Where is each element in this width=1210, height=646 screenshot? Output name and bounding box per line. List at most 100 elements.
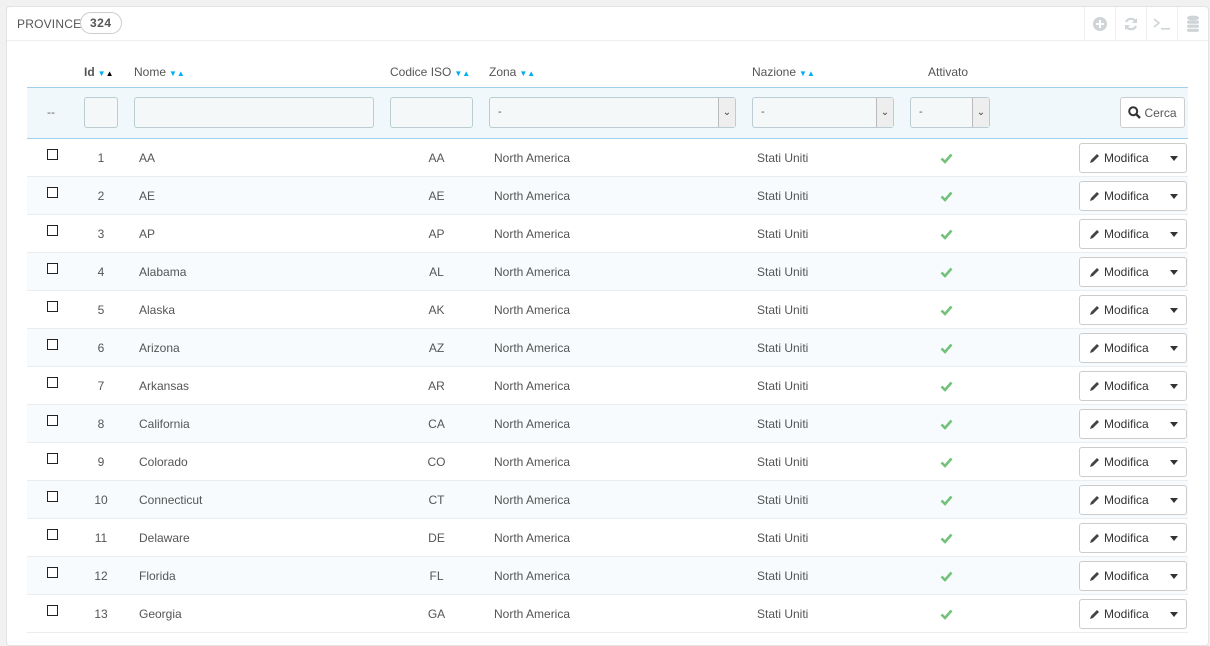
column-header-name[interactable]: Nome ▼▲ (134, 65, 185, 79)
edit-button[interactable]: Modifica (1079, 143, 1187, 173)
edit-button[interactable]: Modifica (1079, 409, 1187, 439)
row-select-checkbox[interactable] (47, 149, 58, 160)
edit-button[interactable]: Modifica (1079, 257, 1187, 287)
edit-button[interactable]: Modifica (1079, 523, 1187, 553)
check-icon[interactable] (940, 153, 953, 164)
edit-button[interactable]: Modifica (1079, 599, 1187, 629)
sql-query-button[interactable] (1146, 7, 1177, 40)
edit-button[interactable]: Modifica (1079, 219, 1187, 249)
edit-button-label: Modifica (1104, 151, 1149, 165)
column-header-id[interactable]: Id ▼▲ (84, 65, 114, 79)
cell-id: 3 (97, 227, 105, 241)
check-icon[interactable] (940, 571, 953, 582)
sort-arrows-icon[interactable]: ▼▲ (169, 69, 185, 78)
row-select-checkbox[interactable] (47, 491, 58, 502)
add-new-button[interactable] (1084, 7, 1115, 40)
row-select-checkbox[interactable] (47, 605, 58, 616)
check-icon[interactable] (940, 457, 953, 468)
caret-down-icon[interactable] (1170, 498, 1178, 503)
row-select-checkbox[interactable] (47, 377, 58, 388)
row-select-checkbox[interactable] (47, 453, 58, 464)
column-label-iso: Codice ISO (390, 65, 452, 79)
row-select-checkbox[interactable] (47, 415, 58, 426)
edit-button[interactable]: Modifica (1079, 295, 1187, 325)
cell-iso: DE (428, 531, 445, 545)
sort-arrows-icon[interactable]: ▼▲ (454, 69, 470, 78)
search-button[interactable]: Cerca (1120, 97, 1185, 128)
caret-down-icon[interactable] (1170, 612, 1178, 617)
chevron-down-icon: ⌄ (972, 98, 989, 127)
sort-arrows-icon[interactable]: ▼▲ (98, 69, 114, 78)
edit-button[interactable]: Modifica (1079, 181, 1187, 211)
row-select-checkbox[interactable] (47, 301, 58, 312)
cell-country: Stati Uniti (757, 151, 809, 165)
edit-button[interactable]: Modifica (1079, 561, 1187, 591)
caret-down-icon[interactable] (1170, 460, 1178, 465)
caret-down-icon[interactable] (1170, 574, 1178, 579)
caret-down-icon[interactable] (1170, 156, 1178, 161)
cell-zone: North America (494, 417, 571, 431)
cell-iso: CT (428, 493, 445, 507)
caret-down-icon[interactable] (1170, 346, 1178, 351)
column-header-country[interactable]: Nazione ▼▲ (752, 65, 815, 79)
caret-down-icon[interactable] (1170, 232, 1178, 237)
cell-iso: AP (428, 227, 445, 241)
row-select-checkbox[interactable] (47, 187, 58, 198)
check-icon[interactable] (940, 343, 953, 354)
filter-country-select[interactable]: - ⌄ (752, 97, 894, 128)
caret-down-icon[interactable] (1170, 422, 1178, 427)
filter-id-input[interactable] (84, 97, 118, 128)
panel-toolbar (1084, 7, 1208, 40)
cell-name: Colorado (139, 455, 188, 469)
cell-zone: North America (494, 265, 571, 279)
sort-arrows-icon[interactable]: ▼▲ (799, 69, 815, 78)
cell-id: 9 (97, 455, 105, 469)
panel-heading: PROVINCE 324 (7, 7, 1208, 41)
column-header-zone[interactable]: Zona ▼▲ (489, 65, 535, 79)
count-badge: 324 (80, 12, 122, 34)
cell-id: 12 (94, 569, 108, 583)
pencil-icon (1090, 381, 1099, 391)
caret-down-icon[interactable] (1170, 308, 1178, 313)
row-select-checkbox[interactable] (47, 529, 58, 540)
caret-down-icon[interactable] (1170, 384, 1178, 389)
edit-button-label: Modifica (1104, 607, 1149, 621)
check-icon[interactable] (940, 267, 953, 278)
column-header-iso[interactable]: Codice ISO ▼▲ (390, 65, 470, 79)
check-icon[interactable] (940, 381, 953, 392)
row-select-checkbox[interactable] (47, 567, 58, 578)
search-icon (1128, 106, 1142, 119)
pencil-icon (1090, 343, 1099, 353)
edit-button-label: Modifica (1104, 455, 1149, 469)
export-database-button[interactable] (1177, 7, 1208, 40)
caret-down-icon[interactable] (1170, 536, 1178, 541)
filter-zone-select[interactable]: - ⌄ (489, 97, 736, 128)
edit-button[interactable]: Modifica (1079, 333, 1187, 363)
pencil-icon (1090, 229, 1099, 239)
sort-arrows-icon[interactable]: ▼▲ (519, 69, 535, 78)
edit-button[interactable]: Modifica (1079, 447, 1187, 477)
caret-down-icon[interactable] (1170, 194, 1178, 199)
row-select-checkbox[interactable] (47, 339, 58, 350)
check-icon[interactable] (940, 609, 953, 620)
table-row: 10 Connecticut CT North America Stati Uniti M… (27, 481, 1188, 519)
check-icon[interactable] (940, 495, 953, 506)
check-icon[interactable] (940, 191, 953, 202)
edit-button[interactable]: Modifica (1079, 485, 1187, 515)
filter-iso-input[interactable] (390, 97, 473, 128)
cell-country: Stati Uniti (757, 265, 809, 279)
row-select-checkbox[interactable] (47, 225, 58, 236)
refresh-button[interactable] (1115, 7, 1146, 40)
filter-name-input[interactable] (134, 97, 374, 128)
cell-name: California (139, 417, 190, 431)
cell-country: Stati Uniti (757, 493, 809, 507)
check-icon[interactable] (940, 419, 953, 430)
table-row: 11 Delaware DE North America Stati Uniti Modi… (27, 519, 1188, 557)
filter-active-select[interactable]: - ⌄ (910, 97, 990, 128)
check-icon[interactable] (940, 229, 953, 240)
caret-down-icon[interactable] (1170, 270, 1178, 275)
check-icon[interactable] (940, 305, 953, 316)
check-icon[interactable] (940, 533, 953, 544)
row-select-checkbox[interactable] (47, 263, 58, 274)
edit-button[interactable]: Modifica (1079, 371, 1187, 401)
